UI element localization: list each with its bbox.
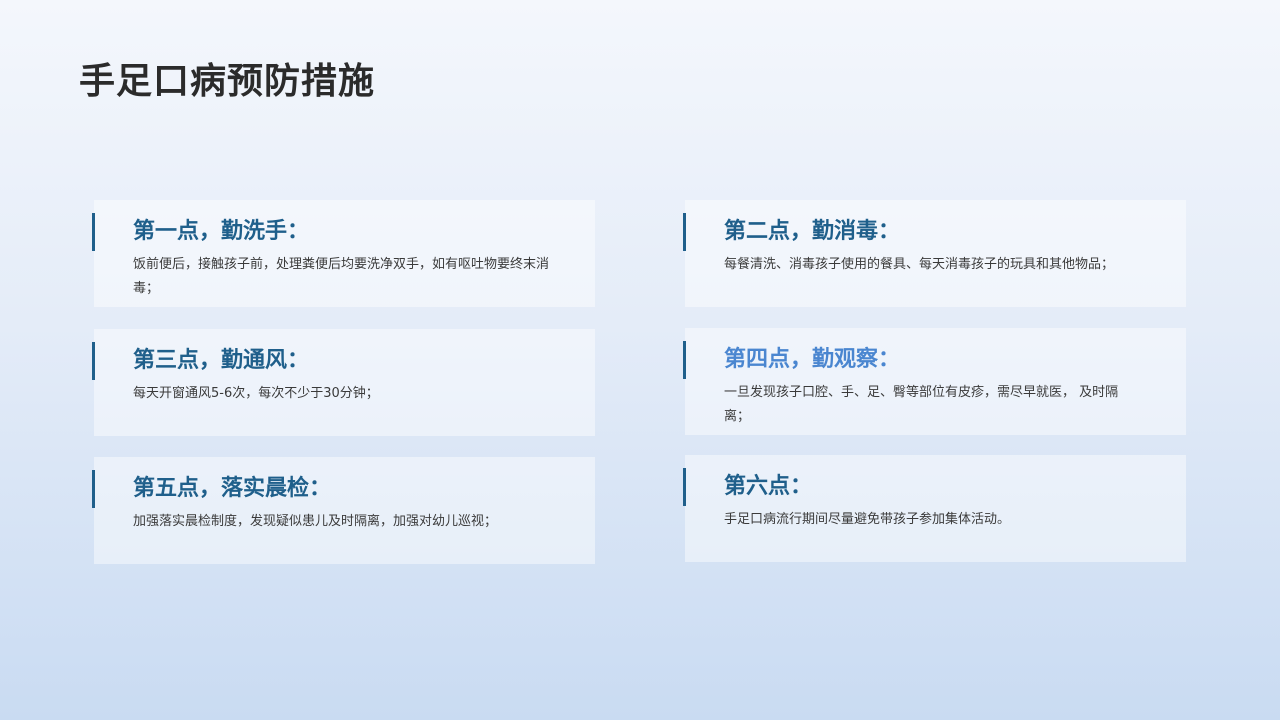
card-heading: 第四点，勤观察： [724,347,901,372]
accent-bar [683,341,686,379]
card-text: 每餐清洗、消毒孩子使用的餐具、每天消毒孩子的玩具和其他物品； [724,257,1115,272]
accent-bar [92,213,95,251]
card-text: 手足口病流行期间尽量避免带孩子参加集体活动。 [724,512,1011,527]
card-heading: 第三点，勤通风： [133,348,310,373]
card-4-observe: 第四点，勤观察： 一旦发现孩子口腔、手、足、臀等部位有皮疹，需尽早就医， 及时隔… [683,328,1186,435]
page-title: 手足口病预防措施 [79,61,376,102]
card-heading: 第二点，勤消毒： [724,219,901,244]
accent-bar [92,470,95,508]
card-text: 每天开窗通风5-6次，每次不少于30分钟； [133,386,379,401]
slide: { "title": "手足口病预防措施", "colors": { "head… [0,0,1280,720]
card-text: 加强落实晨检制度，发现疑似患儿及时隔离，加强对幼儿巡视； [133,514,498,529]
card-5-morning-check: 第五点，落实晨检： 加强落实晨检制度，发现疑似患儿及时隔离，加强对幼儿巡视； [92,457,595,564]
accent-bar [683,213,686,251]
card-3-ventilate: 第三点，勤通风： 每天开窗通风5-6次，每次不少于30分钟； [92,329,595,436]
card-text: 一旦发现孩子口腔、手、足、臀等部位有皮疹，需尽早就医， 及时隔离； [724,385,1119,424]
accent-bar [683,468,686,506]
card-2-disinfect: 第二点，勤消毒： 每餐清洗、消毒孩子使用的餐具、每天消毒孩子的玩具和其他物品； [683,200,1186,307]
card-heading: 第五点，落实晨检： [133,476,332,501]
card-text: 饭前便后，接触孩子前，处理粪便后均要洗净双手，如有呕吐物要终末消毒； [133,257,550,296]
accent-bar [92,342,95,380]
card-heading: 第一点，勤洗手： [133,219,310,244]
card-6-avoid-gatherings: 第六点： 手足口病流行期间尽量避免带孩子参加集体活动。 [683,455,1186,562]
card-1-wash-hands: 第一点，勤洗手： 饭前便后，接触孩子前，处理粪便后均要洗净双手，如有呕吐物要终末… [92,200,595,307]
card-heading: 第六点： [724,474,813,499]
